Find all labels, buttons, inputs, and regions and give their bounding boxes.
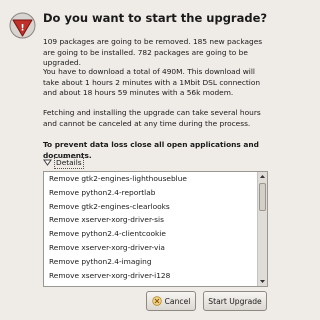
details-expander[interactable]: Details: [43, 156, 84, 169]
scroll-down-arrow-icon[interactable]: [258, 277, 267, 286]
list-item[interactable]: Remove xserver-xorg-driver-via: [44, 241, 258, 255]
scrollbar-thumb[interactable]: [259, 183, 266, 211]
warning-icon: !: [9, 12, 36, 39]
changes-list[interactable]: Remove gtk2-engines-lighthouseblue Remov…: [43, 171, 268, 287]
removal-summary: 109 packages are going to be removed. 18…: [43, 37, 263, 67]
list-item[interactable]: Remove xserver-xorg-driver-sis: [44, 213, 258, 228]
list-scrollbar[interactable]: [257, 172, 267, 286]
duration-warning: Fetching and installing the upgrade can …: [43, 108, 261, 128]
list-item[interactable]: Remove gtk2-engines-clearlooks: [44, 200, 258, 214]
list-item[interactable]: Remove gtk2-engines-lighthouseblue: [44, 172, 258, 186]
download-summary: You have to download a total of 490M. Th…: [43, 67, 261, 97]
svg-text:!: !: [20, 24, 24, 34]
changes-list-items: Remove gtk2-engines-lighthouseblue Remov…: [44, 172, 258, 283]
list-item[interactable]: Remove python2.4-imaging: [44, 255, 258, 269]
start-upgrade-button[interactable]: Start Upgrade: [203, 291, 267, 311]
cancel-icon: [151, 296, 162, 306]
start-upgrade-button-label: Start Upgrade: [208, 296, 262, 306]
details-label: Details: [54, 156, 84, 169]
cancel-button[interactable]: Cancel: [146, 291, 196, 311]
expander-triangle-icon: [43, 159, 52, 166]
list-item[interactable]: Remove python2.4-reportlab: [44, 186, 258, 200]
list-item[interactable]: Remove python2.4-clientcookie: [44, 227, 258, 241]
dialog-title: Do you want to start the upgrade?: [43, 11, 268, 25]
cancel-button-label: Cancel: [164, 296, 191, 306]
list-item[interactable]: Remove xserver-xorg-driver-i128: [44, 269, 258, 283]
upgrade-dialog: ! Do you want to start the upgrade? 109 …: [0, 0, 277, 320]
scroll-up-arrow-icon[interactable]: [258, 172, 267, 181]
